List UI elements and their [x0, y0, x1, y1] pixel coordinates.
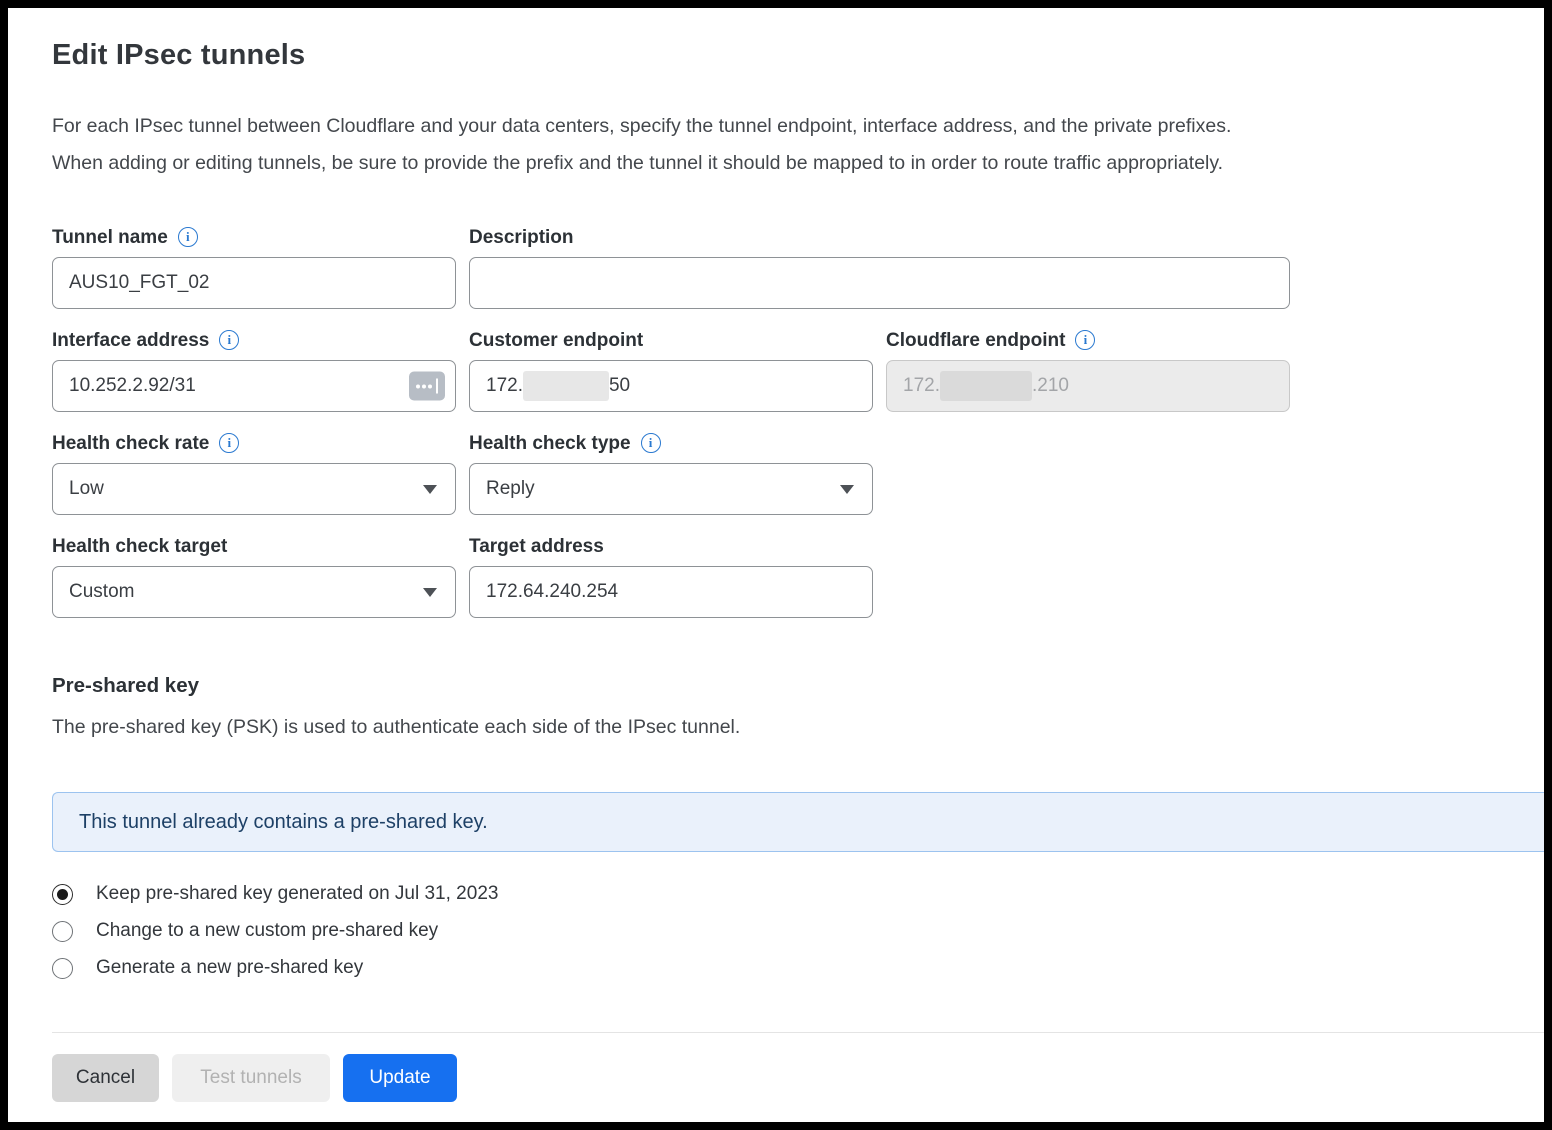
interface-address-input[interactable]: 10.252.2.92/31: [52, 360, 456, 412]
health-check-rate-label: Health check rate i: [52, 432, 456, 456]
health-check-rate-value: Low: [69, 478, 104, 500]
radio-button-icon[interactable]: [52, 921, 73, 942]
description-label: Description: [469, 226, 1290, 250]
info-icon[interactable]: i: [641, 433, 661, 453]
update-button[interactable]: Update: [343, 1054, 457, 1102]
chevron-down-icon: [840, 485, 854, 494]
health-check-rate-field: Health check rate i Low: [52, 432, 456, 515]
tunnel-name-label: Tunnel name i: [52, 226, 456, 250]
info-icon[interactable]: i: [178, 227, 198, 247]
radio-keep-psk-label: Keep pre-shared key generated on Jul 31,…: [96, 883, 498, 905]
radio-change-psk[interactable]: Change to a new custom pre-shared key: [52, 917, 1544, 945]
psk-info-banner: This tunnel already contains a pre-share…: [52, 792, 1544, 852]
cloudflare-endpoint-label-text: Cloudflare endpoint: [886, 329, 1065, 353]
intro-line-1: For each IPsec tunnel between Cloudflare…: [52, 108, 1544, 145]
tunnel-name-value: AUS10_FGT_02: [69, 272, 209, 294]
interface-address-label-text: Interface address: [52, 329, 209, 353]
radio-generate-psk-label: Generate a new pre-shared key: [96, 957, 363, 979]
health-check-rate-select[interactable]: Low: [52, 463, 456, 515]
radio-button-icon[interactable]: [52, 958, 73, 979]
tunnel-form: Tunnel name i AUS10_FGT_02 Description I: [52, 226, 1544, 638]
edit-ipsec-tunnels-dialog: Edit IPsec tunnels For each IPsec tunnel…: [0, 0, 1552, 1130]
radio-keep-psk[interactable]: Keep pre-shared key generated on Jul 31,…: [52, 880, 1544, 908]
description-input[interactable]: [469, 257, 1290, 309]
chevron-down-icon: [423, 588, 437, 597]
customer-endpoint-field: Customer endpoint 172. 50: [469, 329, 873, 412]
info-icon[interactable]: i: [219, 433, 239, 453]
target-address-value: 172.64.240.254: [486, 581, 618, 603]
interface-address-field: Interface address i 10.252.2.92/31: [52, 329, 456, 412]
health-check-target-value: Custom: [69, 581, 134, 603]
intro-line-2: When adding or editing tunnels, be sure …: [52, 145, 1544, 182]
psk-banner-text: This tunnel already contains a pre-share…: [79, 811, 488, 834]
cloudflare-endpoint-value-suffix: .210: [1032, 375, 1069, 397]
info-icon[interactable]: i: [1075, 330, 1095, 350]
cloudflare-endpoint-label: Cloudflare endpoint i: [886, 329, 1290, 353]
cancel-button[interactable]: Cancel: [52, 1054, 159, 1102]
health-check-target-label: Health check target: [52, 535, 456, 559]
info-icon[interactable]: i: [219, 330, 239, 350]
test-tunnels-button: Test tunnels: [172, 1054, 330, 1102]
radio-button-icon[interactable]: [52, 884, 73, 905]
redaction-blur: [940, 371, 1032, 401]
cloudflare-endpoint-value-prefix: 172.: [903, 375, 940, 397]
radio-change-psk-label: Change to a new custom pre-shared key: [96, 920, 438, 942]
chevron-down-icon: [423, 485, 437, 494]
psk-description: The pre-shared key (PSK) is used to auth…: [52, 714, 1544, 740]
psk-heading: Pre-shared key: [52, 672, 1544, 700]
target-address-label: Target address: [469, 535, 873, 559]
customer-endpoint-input[interactable]: 172. 50: [469, 360, 873, 412]
health-check-type-value: Reply: [486, 478, 535, 500]
health-check-target-label-text: Health check target: [52, 535, 227, 559]
customer-endpoint-value-suffix: 50: [609, 375, 630, 397]
target-address-field: Target address 172.64.240.254: [469, 535, 873, 618]
radio-generate-psk[interactable]: Generate a new pre-shared key: [52, 954, 1544, 982]
intro-text: For each IPsec tunnel between Cloudflare…: [52, 108, 1544, 182]
target-address-label-text: Target address: [469, 535, 604, 559]
footer-actions: Cancel Test tunnels Update: [52, 1054, 1544, 1102]
customer-endpoint-label-text: Customer endpoint: [469, 329, 643, 353]
psk-radio-group: Keep pre-shared key generated on Jul 31,…: [52, 880, 1544, 982]
text-cursor-ime-icon[interactable]: [409, 372, 445, 401]
interface-address-value: 10.252.2.92/31: [69, 375, 196, 397]
description-field: Description: [469, 226, 1290, 309]
customer-endpoint-value-prefix: 172.: [486, 375, 523, 397]
redaction-blur: [523, 371, 609, 401]
grid-spacer: [886, 432, 1290, 535]
cloudflare-endpoint-field: Cloudflare endpoint i 172. .210: [886, 329, 1290, 412]
health-check-rate-label-text: Health check rate: [52, 432, 209, 456]
health-check-type-label-text: Health check type: [469, 432, 631, 456]
tunnel-name-input[interactable]: AUS10_FGT_02: [52, 257, 456, 309]
health-check-target-select[interactable]: Custom: [52, 566, 456, 618]
tunnel-name-field: Tunnel name i AUS10_FGT_02: [52, 226, 456, 309]
description-label-text: Description: [469, 226, 574, 250]
health-check-type-field: Health check type i Reply: [469, 432, 873, 515]
interface-address-label: Interface address i: [52, 329, 456, 353]
health-check-type-label: Health check type i: [469, 432, 873, 456]
health-check-type-select[interactable]: Reply: [469, 463, 873, 515]
cloudflare-endpoint-input: 172. .210: [886, 360, 1290, 412]
target-address-input[interactable]: 172.64.240.254: [469, 566, 873, 618]
customer-endpoint-label: Customer endpoint: [469, 329, 873, 353]
footer-divider: [52, 1032, 1544, 1033]
page-title: Edit IPsec tunnels: [52, 32, 1544, 78]
tunnel-name-label-text: Tunnel name: [52, 226, 168, 250]
health-check-target-field: Health check target Custom: [52, 535, 456, 618]
